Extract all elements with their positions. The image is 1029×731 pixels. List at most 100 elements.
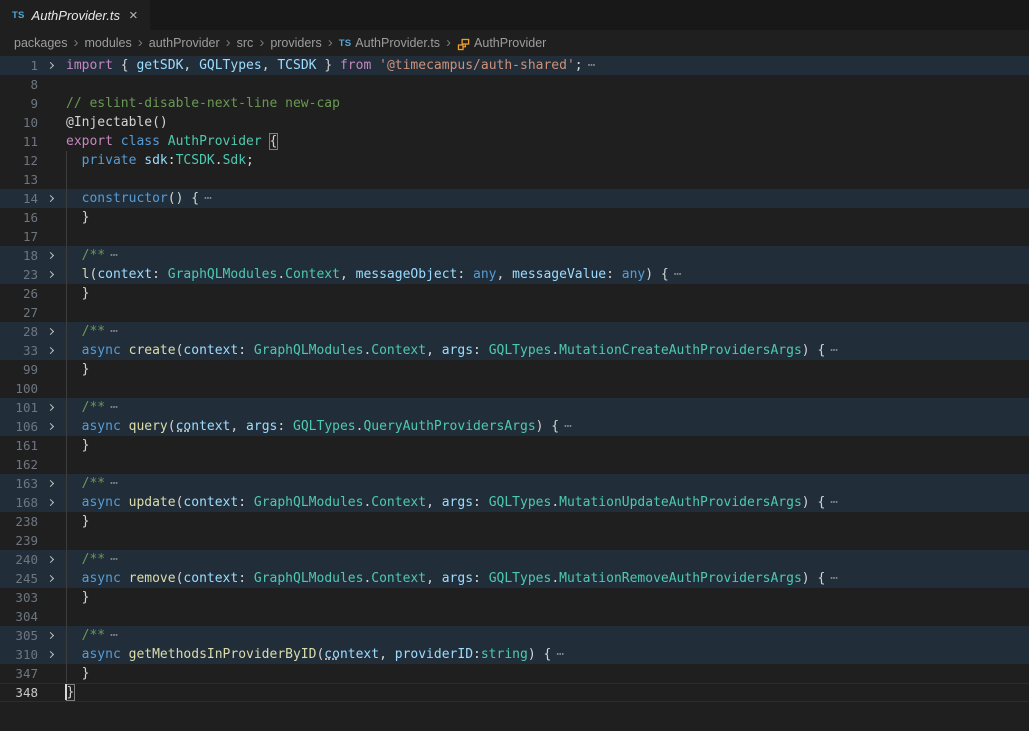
code-text: [64, 379, 1029, 398]
code-line-239[interactable]: 239: [0, 531, 1029, 550]
fold-chevron[interactable]: [38, 189, 64, 208]
code-text: [64, 531, 1029, 550]
code-line-168[interactable]: 168 async update(context: GraphQLModules…: [0, 493, 1029, 512]
breadcrumb-label: AuthProvider.ts: [355, 36, 440, 50]
gutter-spacer: [38, 455, 64, 474]
code-text: }: [64, 683, 1029, 702]
code-line-245[interactable]: 245 async remove(context: GraphQLModules…: [0, 569, 1029, 588]
code-text: [64, 455, 1029, 474]
chevron-right-icon: [46, 328, 53, 335]
code-line-11[interactable]: 11export class AuthProvider {: [0, 132, 1029, 151]
code-text: async create(context: GraphQLModules.Con…: [64, 341, 1029, 360]
gutter-spacer: [38, 607, 64, 626]
code-line-12[interactable]: 12 private sdk:TCSDK.Sdk;: [0, 151, 1029, 170]
chevron-right-icon: [46, 271, 53, 278]
code-line-16[interactable]: 16 }: [0, 208, 1029, 227]
vscode-window: TS AuthProvider.ts × packages › modules › au…: [0, 0, 1029, 731]
fold-chevron[interactable]: [38, 493, 64, 512]
tab-title: AuthProvider.ts: [32, 8, 120, 23]
line-number: 162: [0, 455, 38, 474]
code-line-240[interactable]: 240 /**⋯: [0, 550, 1029, 569]
code-line-100[interactable]: 100: [0, 379, 1029, 398]
code-line-348[interactable]: 348}: [0, 683, 1029, 702]
breadcrumb-item-modules[interactable]: modules: [85, 36, 132, 50]
code-line-310[interactable]: 310 async getMethodsInProviderByID(conte…: [0, 645, 1029, 664]
code-text: l(context: GraphQLModules.Context, messa…: [64, 265, 1029, 284]
breadcrumb-label: packages: [14, 36, 68, 50]
code-line-161[interactable]: 161 }: [0, 436, 1029, 455]
chevron-right-icon: [46, 480, 53, 487]
code-line-17[interactable]: 17: [0, 227, 1029, 246]
code-line-162[interactable]: 162: [0, 455, 1029, 474]
code-line-27[interactable]: 27: [0, 303, 1029, 322]
line-number: 161: [0, 436, 38, 455]
breadcrumb-separator: ›: [225, 35, 232, 50]
fold-chevron[interactable]: [38, 550, 64, 569]
code-line-9[interactable]: 9// eslint-disable-next-line new-cap: [0, 94, 1029, 113]
folded-code-ellipsis: ⋯: [110, 476, 119, 491]
code-line-303[interactable]: 303 }: [0, 588, 1029, 607]
code-text: async update(context: GraphQLModules.Con…: [64, 493, 1029, 512]
fold-chevron[interactable]: [38, 341, 64, 360]
fold-chevron[interactable]: [38, 645, 64, 664]
code-line-33[interactable]: 33 async create(context: GraphQLModules.…: [0, 341, 1029, 360]
code-line-14[interactable]: 14 constructor() {⋯: [0, 189, 1029, 208]
fold-chevron[interactable]: [38, 398, 64, 417]
folded-code-ellipsis: ⋯: [110, 628, 119, 643]
folded-code-ellipsis: ⋯: [110, 324, 119, 339]
code-line-163[interactable]: 163 /**⋯: [0, 474, 1029, 493]
fold-chevron[interactable]: [38, 417, 64, 436]
code-line-106[interactable]: 106 async query(context, args: GQLTypes.…: [0, 417, 1029, 436]
breadcrumb-separator: ›: [445, 35, 452, 50]
folded-code-ellipsis: ⋯: [556, 647, 565, 662]
gutter-spacer: [38, 113, 64, 132]
close-icon[interactable]: ×: [129, 8, 138, 23]
folded-code-ellipsis: ⋯: [110, 248, 119, 263]
code-text: async query(context, args: GQLTypes.Quer…: [64, 417, 1029, 436]
code-line-26[interactable]: 26 }: [0, 284, 1029, 303]
code-text: /**⋯: [64, 398, 1029, 417]
breadcrumb-item-authprovider[interactable]: AuthProvider: [457, 36, 546, 50]
code-line-1[interactable]: 1import { getSDK, GQLTypes, TCSDK } from…: [0, 56, 1029, 75]
breadcrumb-item-providers[interactable]: providers: [270, 36, 321, 50]
code-text: [64, 170, 1029, 189]
breadcrumb-item-packages[interactable]: packages: [14, 36, 68, 50]
code-text: async getMethodsInProviderByID(context, …: [64, 645, 1029, 664]
tab-authprovider[interactable]: TS AuthProvider.ts ×: [0, 0, 150, 30]
code-line-10[interactable]: 10@Injectable(): [0, 113, 1029, 132]
fold-chevron[interactable]: [38, 626, 64, 645]
code-text: [64, 75, 1029, 94]
code-line-347[interactable]: 347 }: [0, 664, 1029, 683]
breadcrumb-label: providers: [270, 36, 321, 50]
code-line-28[interactable]: 28 /**⋯: [0, 322, 1029, 341]
code-line-8[interactable]: 8: [0, 75, 1029, 94]
code-line-305[interactable]: 305 /**⋯: [0, 626, 1029, 645]
code-line-18[interactable]: 18 /**⋯: [0, 246, 1029, 265]
code-line-304[interactable]: 304: [0, 607, 1029, 626]
code-text: }: [64, 588, 1029, 607]
breadcrumb-item-authprovider-ts[interactable]: TSAuthProvider.ts: [339, 36, 440, 50]
code-line-99[interactable]: 99 }: [0, 360, 1029, 379]
code-line-101[interactable]: 101 /**⋯: [0, 398, 1029, 417]
typescript-file-icon: TS: [12, 10, 25, 21]
folded-code-ellipsis: ⋯: [564, 419, 573, 434]
code-line-23[interactable]: 23 l(context: GraphQLModules.Context, me…: [0, 265, 1029, 284]
folded-code-ellipsis: ⋯: [110, 552, 119, 567]
breadcrumb-item-authprovider[interactable]: authProvider: [149, 36, 220, 50]
code-text: import { getSDK, GQLTypes, TCSDK } from …: [64, 56, 1029, 75]
code-line-238[interactable]: 238 }: [0, 512, 1029, 531]
chevron-right-icon: [46, 62, 53, 69]
text-cursor: [65, 684, 67, 700]
code-editor[interactable]: 1import { getSDK, GQLTypes, TCSDK } from…: [0, 56, 1029, 702]
breadcrumb-item-src[interactable]: src: [237, 36, 254, 50]
fold-chevron[interactable]: [38, 474, 64, 493]
code-text: async remove(context: GraphQLModules.Con…: [64, 569, 1029, 588]
fold-chevron[interactable]: [38, 246, 64, 265]
fold-chevron[interactable]: [38, 56, 64, 75]
line-number: 99: [0, 360, 38, 379]
fold-chevron[interactable]: [38, 322, 64, 341]
line-number: 303: [0, 588, 38, 607]
code-line-13[interactable]: 13: [0, 170, 1029, 189]
fold-chevron[interactable]: [38, 569, 64, 588]
fold-chevron[interactable]: [38, 265, 64, 284]
